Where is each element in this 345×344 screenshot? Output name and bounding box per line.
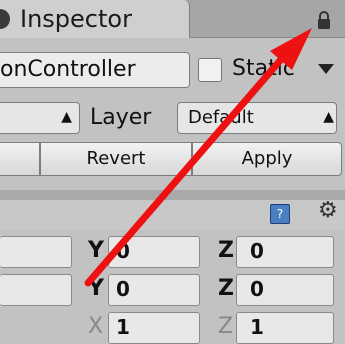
static-dropdown-icon[interactable]	[318, 64, 334, 74]
static-checkbox[interactable]	[198, 58, 222, 82]
position-y-value: 0	[116, 239, 130, 263]
gear-icon[interactable]: ⚙︎	[318, 198, 338, 224]
help-icon[interactable]: ?	[270, 204, 290, 224]
position-z-label[interactable]: Z	[218, 236, 234, 266]
object-name-field[interactable]: onController	[0, 52, 190, 88]
layer-select-arrows-icon: ▲︎	[323, 109, 334, 125]
static-label: Static	[232, 56, 295, 81]
position-z-value: 0	[250, 239, 264, 263]
object-name-text: onController	[0, 57, 136, 82]
prefab-select-button[interactable]	[0, 142, 40, 176]
rotation-x-field[interactable]	[0, 274, 72, 306]
scale-x-label[interactable]: X	[88, 312, 103, 342]
position-x-field[interactable]	[0, 236, 72, 268]
section-divider	[0, 190, 345, 200]
tag-select-arrows-icon: ▲︎	[61, 109, 72, 125]
apply-button[interactable]: Apply	[192, 142, 342, 176]
rotation-y-label[interactable]: Y	[88, 274, 104, 304]
component-header[interactable]	[0, 200, 345, 230]
lock-icon[interactable]	[316, 10, 332, 30]
rotation-z-label[interactable]: Z	[218, 274, 234, 304]
revert-button[interactable]: Revert	[40, 142, 192, 176]
tab-label: Inspector	[20, 5, 132, 33]
layer-select-value: Default	[188, 107, 254, 128]
scale-z-value: 1	[250, 315, 264, 339]
scale-z-label[interactable]: Z	[218, 312, 233, 342]
layer-label: Layer	[90, 105, 152, 130]
rotation-z-value: 0	[250, 277, 264, 301]
scale-x-value: 1	[116, 315, 130, 339]
rotation-y-value: 0	[116, 277, 130, 301]
position-y-label[interactable]: Y	[88, 236, 104, 266]
